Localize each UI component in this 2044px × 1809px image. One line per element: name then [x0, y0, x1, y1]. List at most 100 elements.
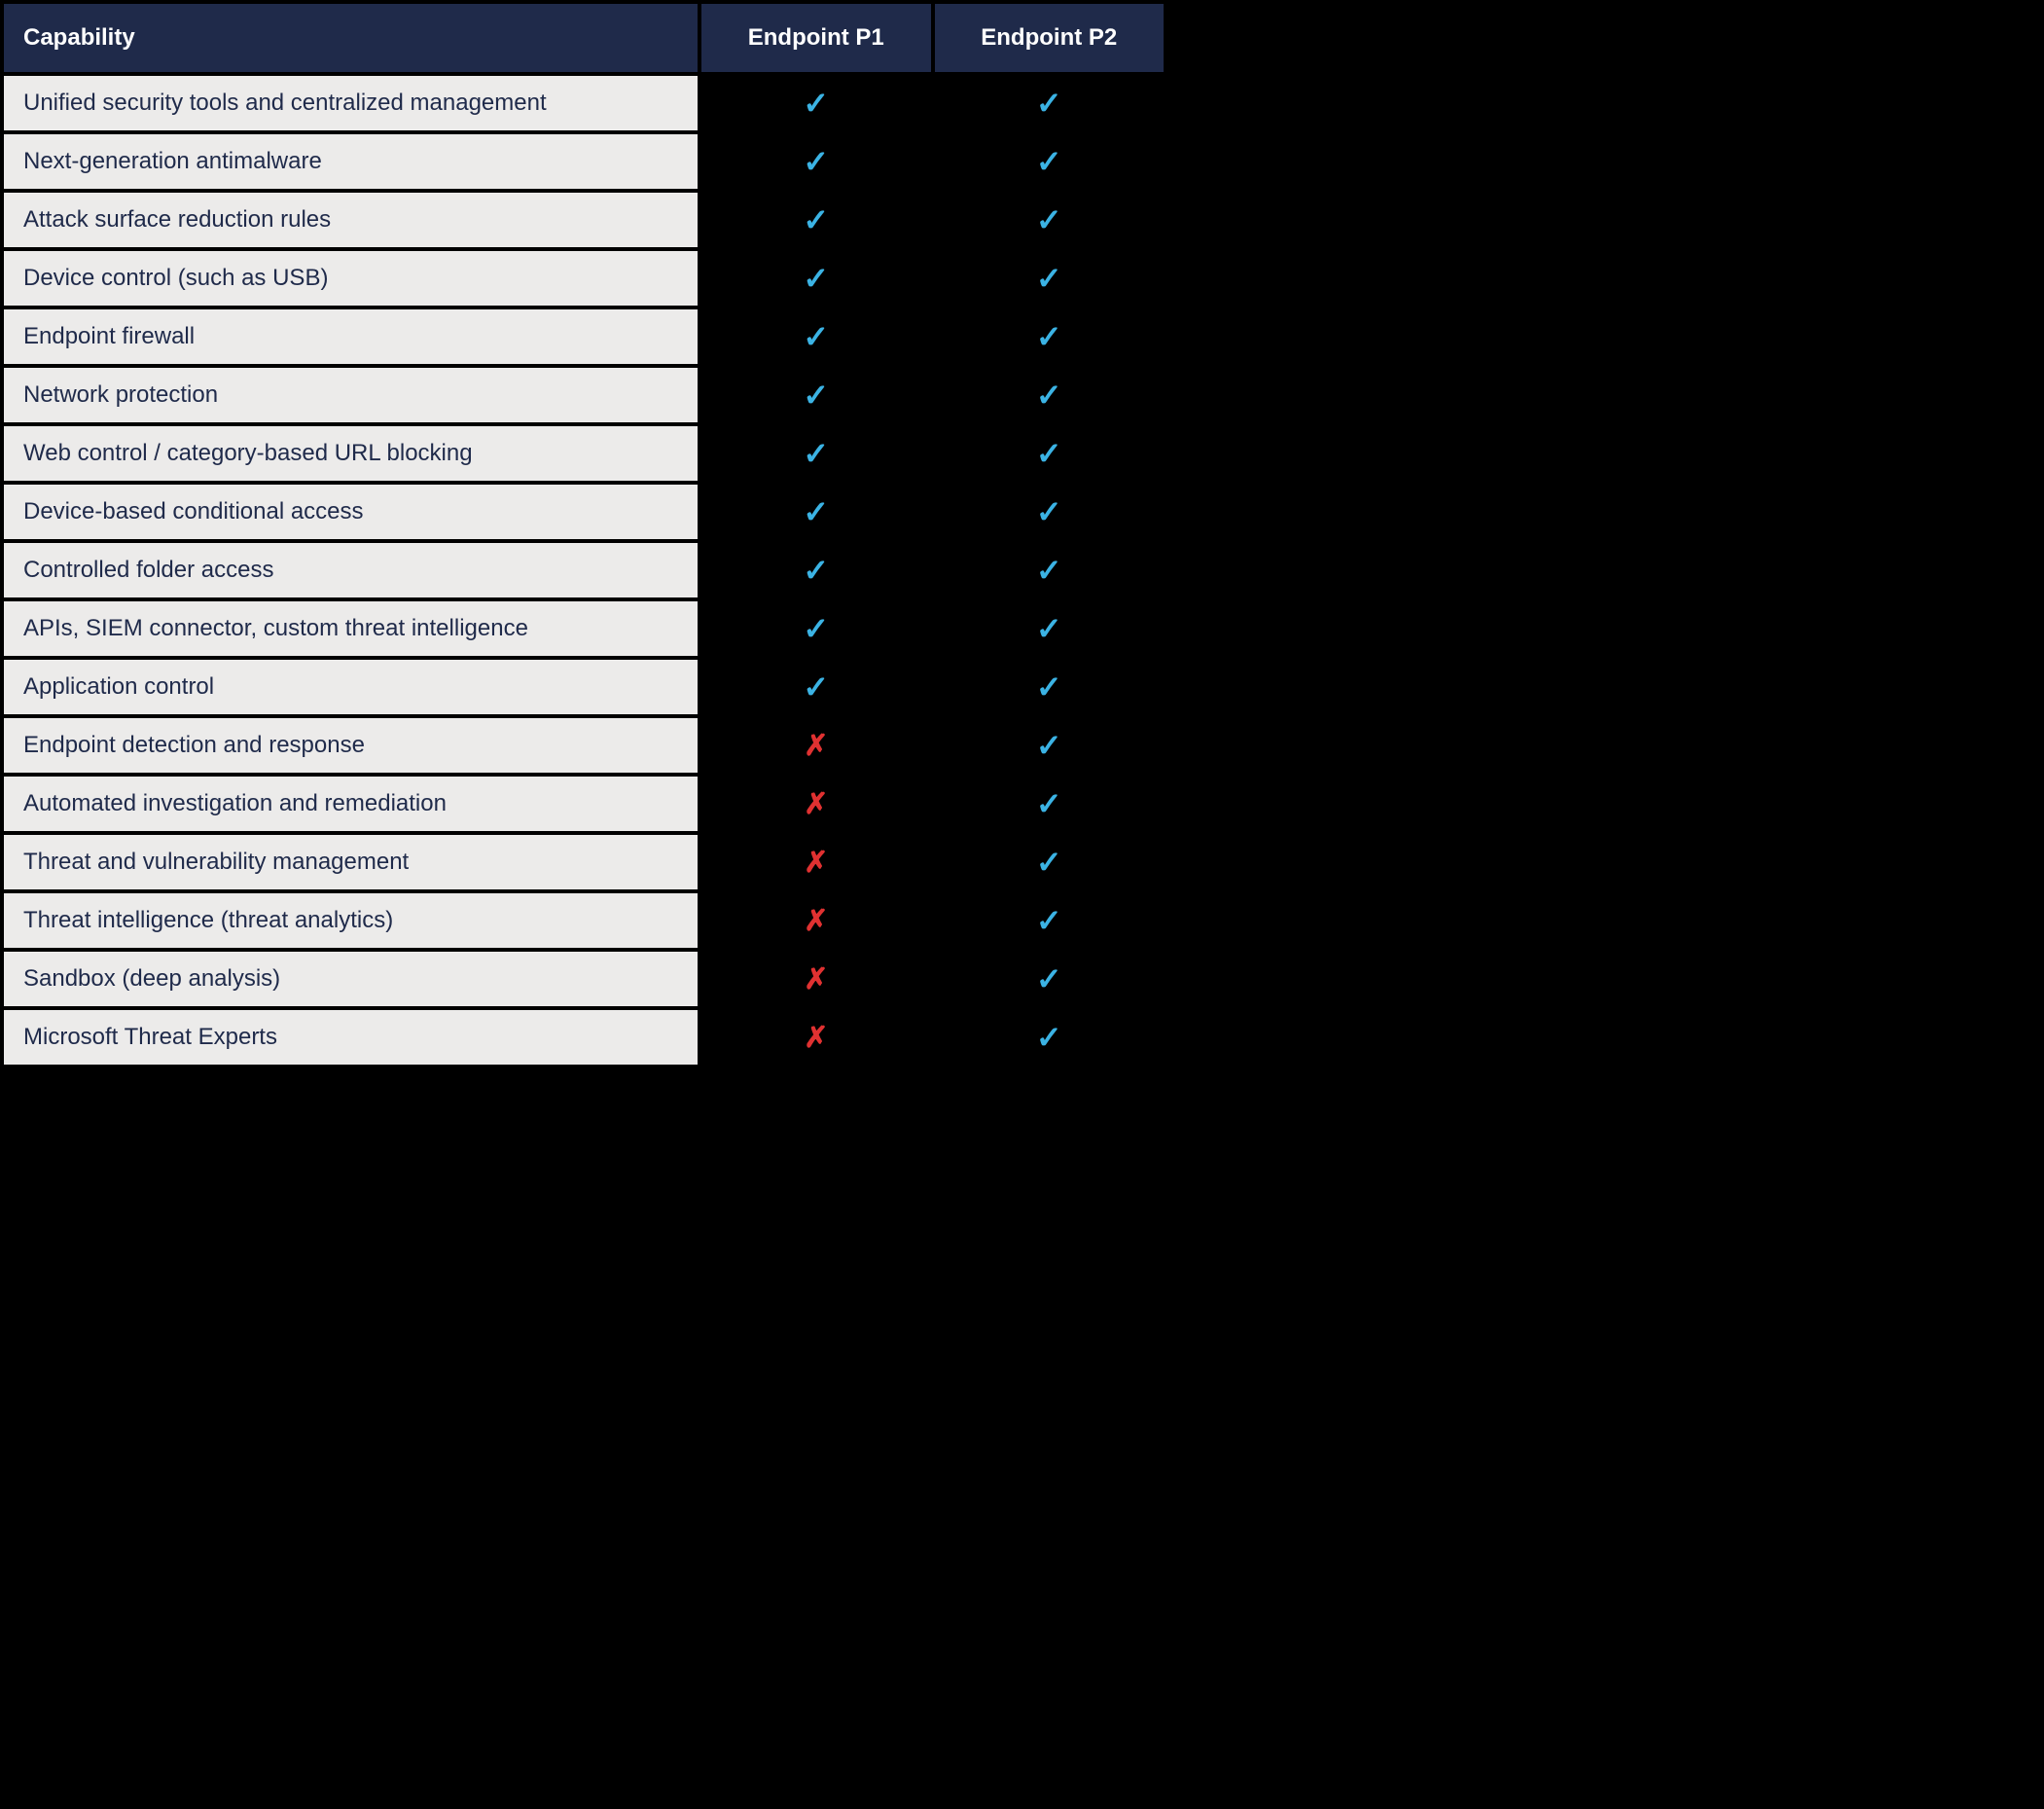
p2-cell: ✓ — [933, 599, 1166, 658]
cross-icon: ✗ — [804, 847, 828, 879]
table-row: Device-based conditional access ✓ ✓ — [2, 483, 1165, 541]
capability-cell: Automated investigation and remediation — [2, 775, 699, 833]
p2-cell: ✓ — [933, 658, 1166, 716]
p1-cell: ✓ — [699, 308, 932, 366]
capability-comparison-table: Capability Endpoint P1 Endpoint P2 Unifi… — [0, 0, 1167, 1068]
capability-cell: Device-based conditional access — [2, 483, 699, 541]
p2-cell: ✓ — [933, 541, 1166, 599]
table-row: Threat intelligence (threat analytics) ✗ ✓ — [2, 891, 1165, 950]
table-row: Endpoint detection and response ✗ ✓ — [2, 716, 1165, 775]
capability-cell: Threat and vulnerability management — [2, 833, 699, 891]
check-icon: ✓ — [803, 144, 829, 179]
p1-cell: ✓ — [699, 424, 932, 483]
table-body: Unified security tools and centralized m… — [2, 74, 1165, 1067]
check-icon: ✓ — [1036, 786, 1062, 821]
cross-icon: ✗ — [804, 1022, 828, 1054]
cross-icon: ✗ — [804, 788, 828, 820]
check-icon: ✓ — [1036, 378, 1062, 413]
check-icon: ✓ — [803, 202, 829, 237]
p2-cell: ✓ — [933, 424, 1166, 483]
table-row: Automated investigation and remediation ✗… — [2, 775, 1165, 833]
check-icon: ✓ — [803, 319, 829, 354]
check-icon: ✓ — [803, 378, 829, 413]
p1-cell: ✗ — [699, 775, 932, 833]
check-icon: ✓ — [1036, 903, 1062, 938]
capability-cell: Device control (such as USB) — [2, 249, 699, 308]
p2-cell: ✓ — [933, 366, 1166, 424]
check-icon: ✓ — [1036, 669, 1062, 705]
check-icon: ✓ — [803, 611, 829, 646]
header-endpoint-p2: Endpoint P2 — [933, 2, 1166, 74]
capability-cell: Network protection — [2, 366, 699, 424]
check-icon: ✓ — [803, 669, 829, 705]
check-icon: ✓ — [803, 86, 829, 121]
p2-cell: ✓ — [933, 891, 1166, 950]
table-row: Next-generation antimalware✓✓ — [2, 132, 1165, 191]
table-row: APIs, SIEM connector, custom threat inte… — [2, 599, 1165, 658]
table-row: Device control (such as USB) ✓ ✓ — [2, 249, 1165, 308]
check-icon: ✓ — [803, 436, 829, 471]
check-icon: ✓ — [1036, 436, 1062, 471]
p2-cell: ✓ — [933, 191, 1166, 249]
table-row: Threat and vulnerability management ✗ ✓ — [2, 833, 1165, 891]
capability-cell: Endpoint firewall — [2, 308, 699, 366]
table-row: Unified security tools and centralized m… — [2, 74, 1165, 132]
check-icon: ✓ — [1036, 1020, 1062, 1055]
p1-cell: ✓ — [699, 74, 932, 132]
p2-cell: ✓ — [933, 483, 1166, 541]
p2-cell: ✓ — [933, 716, 1166, 775]
table-row: Sandbox (deep analysis) ✗ ✓ — [2, 950, 1165, 1008]
capability-cell: Next-generation antimalware — [2, 132, 699, 191]
check-icon: ✓ — [1036, 611, 1062, 646]
p2-cell: ✓ — [933, 833, 1166, 891]
p2-cell: ✓ — [933, 775, 1166, 833]
p1-cell: ✓ — [699, 366, 932, 424]
p1-cell: ✗ — [699, 833, 932, 891]
check-icon: ✓ — [1036, 845, 1062, 880]
capability-cell: Threat intelligence (threat analytics) — [2, 891, 699, 950]
capability-cell: Endpoint detection and response — [2, 716, 699, 775]
cross-icon: ✗ — [804, 730, 828, 762]
table-row: Application control✓✓ — [2, 658, 1165, 716]
p2-cell: ✓ — [933, 950, 1166, 1008]
table-row: Attack surface reduction rules✓✓ — [2, 191, 1165, 249]
table-row: Web control / category-based URL blockin… — [2, 424, 1165, 483]
check-icon: ✓ — [1036, 961, 1062, 996]
check-icon: ✓ — [803, 494, 829, 529]
capability-cell: Web control / category-based URL blockin… — [2, 424, 699, 483]
check-icon: ✓ — [803, 553, 829, 588]
check-icon: ✓ — [1036, 202, 1062, 237]
p1-cell: ✓ — [699, 132, 932, 191]
p2-cell: ✓ — [933, 1008, 1166, 1067]
check-icon: ✓ — [1036, 553, 1062, 588]
p1-cell: ✓ — [699, 599, 932, 658]
table-row: Endpoint firewall ✓ ✓ — [2, 308, 1165, 366]
capability-cell: Sandbox (deep analysis) — [2, 950, 699, 1008]
p2-cell: ✓ — [933, 249, 1166, 308]
capability-cell: Controlled folder access — [2, 541, 699, 599]
header-capability: Capability — [2, 2, 699, 74]
p1-cell: ✗ — [699, 891, 932, 950]
header-endpoint-p1: Endpoint P1 — [699, 2, 932, 74]
p1-cell: ✓ — [699, 483, 932, 541]
p1-cell: ✓ — [699, 191, 932, 249]
p1-cell: ✓ — [699, 541, 932, 599]
table-row: Microsoft Threat Experts✗✓ — [2, 1008, 1165, 1067]
cross-icon: ✗ — [804, 905, 828, 937]
cross-icon: ✗ — [804, 963, 828, 995]
table-header-row: Capability Endpoint P1 Endpoint P2 — [2, 2, 1165, 74]
capability-cell: Unified security tools and centralized m… — [2, 74, 699, 132]
table-row: Network protection ✓ ✓ — [2, 366, 1165, 424]
table-row: Controlled folder access ✓ ✓ — [2, 541, 1165, 599]
check-icon: ✓ — [1036, 319, 1062, 354]
p1-cell: ✗ — [699, 1008, 932, 1067]
capability-cell: APIs, SIEM connector, custom threat inte… — [2, 599, 699, 658]
check-icon: ✓ — [803, 261, 829, 296]
check-icon: ✓ — [1036, 261, 1062, 296]
check-icon: ✓ — [1036, 86, 1062, 121]
check-icon: ✓ — [1036, 728, 1062, 763]
p1-cell: ✓ — [699, 249, 932, 308]
p2-cell: ✓ — [933, 308, 1166, 366]
p1-cell: ✗ — [699, 716, 932, 775]
p2-cell: ✓ — [933, 74, 1166, 132]
